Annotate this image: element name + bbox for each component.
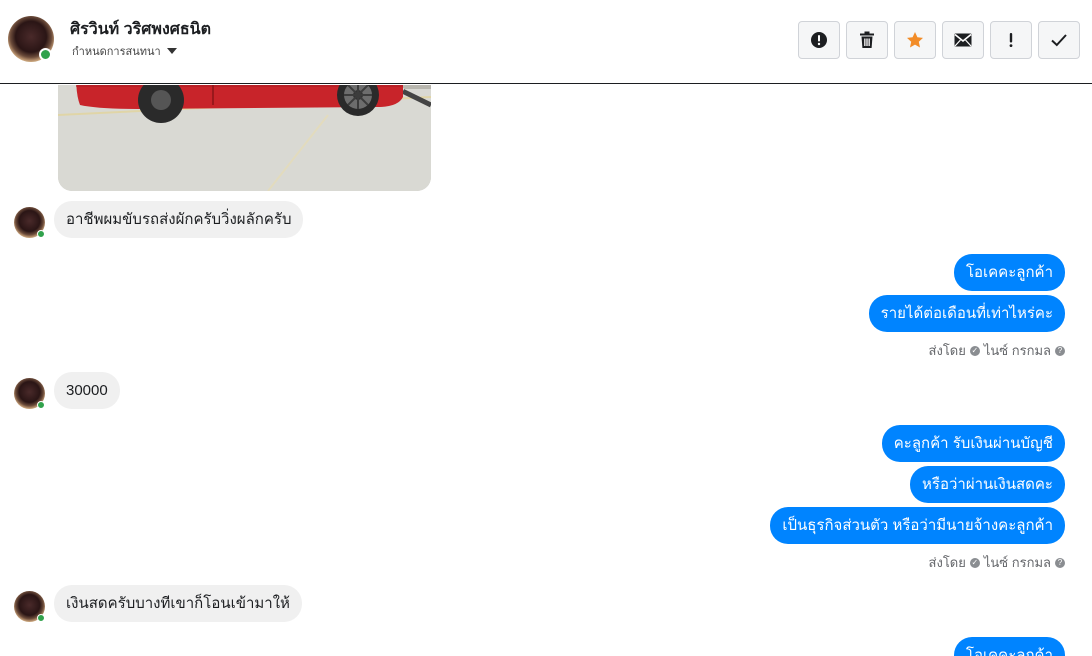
assign-conversation-dropdown[interactable]: กำหนดการสนทนา xyxy=(72,42,177,60)
contact-avatar-small xyxy=(14,591,45,622)
help-icon[interactable]: ? xyxy=(1055,345,1065,356)
message-thread[interactable]: อาชีพผมขับรถส่งผักครับวิ่งผลักครับ โอเคค… xyxy=(0,85,1092,656)
delete-button[interactable] xyxy=(846,21,888,59)
alert-circle-icon xyxy=(811,32,827,48)
contact-name[interactable]: ศิรวินท์ วริศพงศธนิต xyxy=(70,17,211,42)
spam-button[interactable] xyxy=(798,21,840,59)
trash-icon xyxy=(860,31,874,48)
mark-unread-button[interactable] xyxy=(942,21,984,59)
assign-label: กำหนดการสนทนา xyxy=(72,46,161,58)
help-icon[interactable]: ? xyxy=(1055,557,1065,568)
sent-by-agent: ไนซ์ กรกมล xyxy=(983,555,1051,570)
online-status-dot xyxy=(37,230,45,238)
online-status-dot xyxy=(39,48,52,61)
incoming-message: เงินสดครับบางทีเขาก็โอนเข้ามาให้ xyxy=(54,585,302,622)
done-button[interactable] xyxy=(1038,21,1080,59)
outgoing-message: คะลูกค้า รับเงินผ่านบัญชี xyxy=(881,425,1065,462)
star-button[interactable] xyxy=(894,21,936,59)
sent-by-info: ส่งโดย ✓ ไนซ์ กรกมล ? xyxy=(929,552,1065,573)
outgoing-message: หรือว่าผ่านเงินสดคะ xyxy=(910,466,1065,503)
contact-avatar[interactable] xyxy=(8,16,54,62)
outgoing-message: โอเคคะลูกค้า xyxy=(953,254,1065,291)
exclamation-icon xyxy=(1009,33,1013,47)
conversation-header: ศิรวินท์ วริศพงศธนิต กำหนดการสนทนา xyxy=(0,0,1092,84)
contact-avatar-small xyxy=(14,378,45,409)
outgoing-message: เป็นธุรกิจส่วนตัว หรือว่ามีนายจ้างคะลูกค… xyxy=(770,507,1065,544)
incoming-message: อาชีพผมขับรถส่งผักครับวิ่งผลักครับ xyxy=(54,201,304,238)
sent-by-info: ส่งโดย ✓ ไนซ์ กรกมล ? xyxy=(929,340,1065,361)
check-circle-icon: ✓ xyxy=(969,345,980,356)
incoming-message: 30000 xyxy=(54,372,120,409)
outgoing-message: รายได้ต่อเดือนที่เท่าไหร่คะ xyxy=(868,295,1065,332)
online-status-dot xyxy=(37,401,45,409)
caret-down-icon xyxy=(166,48,177,54)
envelope-icon xyxy=(954,33,972,47)
check-icon xyxy=(1051,34,1067,47)
check-circle-icon: ✓ xyxy=(969,557,980,568)
outgoing-message: โอเคคะลูกค้า xyxy=(953,637,1065,656)
online-status-dot xyxy=(37,614,45,622)
sent-by-label: ส่งโดย xyxy=(928,555,966,570)
sent-by-agent: ไนซ์ กรกมล xyxy=(983,343,1051,358)
contact-avatar-small xyxy=(14,207,45,238)
star-icon xyxy=(907,32,923,48)
car-image xyxy=(58,85,431,191)
important-button[interactable] xyxy=(990,21,1032,59)
conversation-toolbar xyxy=(798,21,1080,59)
attached-car-photo[interactable] xyxy=(58,85,431,191)
sent-by-label: ส่งโดย xyxy=(928,343,966,358)
